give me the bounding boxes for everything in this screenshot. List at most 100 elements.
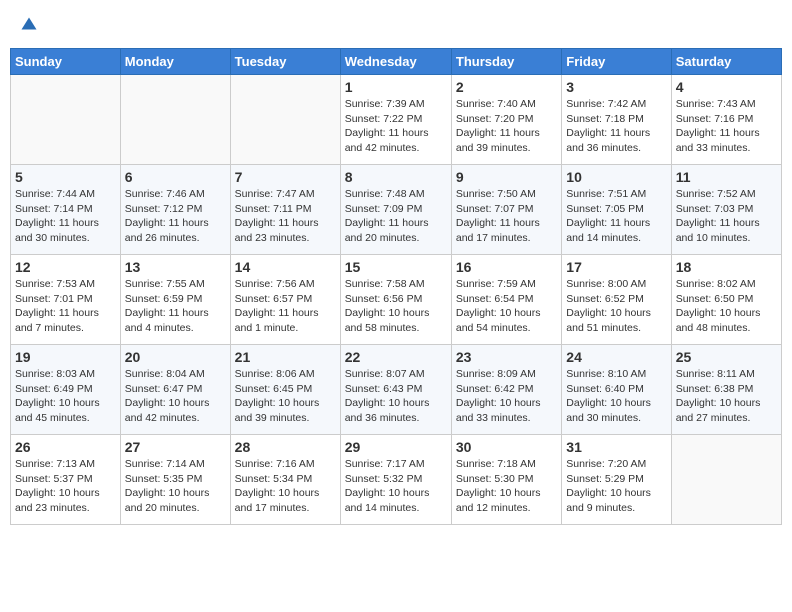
day-info: Sunrise: 7:20 AM	[566, 457, 666, 472]
calendar-cell: 11Sunrise: 7:52 AMSunset: 7:03 PMDayligh…	[671, 165, 781, 255]
day-info: Daylight: 11 hours and 39 minutes.	[456, 126, 557, 155]
calendar-cell	[230, 75, 340, 165]
day-info: Sunset: 7:01 PM	[15, 292, 116, 307]
calendar-cell: 4Sunrise: 7:43 AMSunset: 7:16 PMDaylight…	[671, 75, 781, 165]
day-info: Sunset: 7:14 PM	[15, 202, 116, 217]
day-number: 26	[15, 439, 116, 455]
day-info: Sunrise: 7:55 AM	[125, 277, 226, 292]
day-info: Daylight: 11 hours and 42 minutes.	[345, 126, 447, 155]
day-info: Sunset: 5:30 PM	[456, 472, 557, 487]
day-number: 3	[566, 79, 666, 95]
day-number: 20	[125, 349, 226, 365]
day-number: 27	[125, 439, 226, 455]
logo-icon	[20, 16, 38, 34]
day-info: Daylight: 11 hours and 4 minutes.	[125, 306, 226, 335]
calendar-cell: 1 Sunrise: 7:39 AMSunset: 7:22 PMDaylight…	[340, 75, 451, 165]
weekday-header-friday: Friday	[562, 49, 671, 75]
day-info: Sunrise: 7:44 AM	[15, 187, 116, 202]
day-info: Sunset: 7:07 PM	[456, 202, 557, 217]
calendar-cell	[671, 435, 781, 525]
weekday-header-saturday: Saturday	[671, 49, 781, 75]
day-number: 2	[456, 79, 557, 95]
calendar-cell: 20Sunrise: 8:04 AMSunset: 6:47 PMDayligh…	[120, 345, 230, 435]
day-number: 8	[345, 169, 447, 185]
day-info: Daylight: 10 hours and 17 minutes.	[235, 486, 336, 515]
day-info: Sunset: 6:59 PM	[125, 292, 226, 307]
day-info: Sunrise: 8:04 AM	[125, 367, 226, 382]
day-number: 11	[676, 169, 777, 185]
day-info: Sunset: 6:38 PM	[676, 382, 777, 397]
calendar-cell: 21Sunrise: 8:06 AMSunset: 6:45 PMDayligh…	[230, 345, 340, 435]
day-info: Daylight: 10 hours and 9 minutes.	[566, 486, 666, 515]
weekday-header-row: SundayMondayTuesdayWednesdayThursdayFrid…	[11, 49, 782, 75]
calendar-cell: 3Sunrise: 7:42 AMSunset: 7:18 PMDaylight…	[562, 75, 671, 165]
day-number: 13	[125, 259, 226, 275]
day-info: Sunrise: 7:50 AM	[456, 187, 557, 202]
day-number: 28	[235, 439, 336, 455]
weekday-header-tuesday: Tuesday	[230, 49, 340, 75]
day-number: 14	[235, 259, 336, 275]
day-info: Sunset: 7:12 PM	[125, 202, 226, 217]
day-number: 4	[676, 79, 777, 95]
day-info: Sunset: 7:22 PM	[345, 112, 447, 127]
calendar-cell: 8Sunrise: 7:48 AMSunset: 7:09 PMDaylight…	[340, 165, 451, 255]
calendar-cell: 30Sunrise: 7:18 AMSunset: 5:30 PMDayligh…	[451, 435, 561, 525]
calendar-cell: 2Sunrise: 7:40 AMSunset: 7:20 PMDaylight…	[451, 75, 561, 165]
day-info: Daylight: 11 hours and 17 minutes.	[456, 216, 557, 245]
calendar-cell: 22Sunrise: 8:07 AMSunset: 6:43 PMDayligh…	[340, 345, 451, 435]
day-info: Sunrise: 8:03 AM	[15, 367, 116, 382]
day-info: Daylight: 10 hours and 30 minutes.	[566, 396, 666, 425]
calendar-cell: 29Sunrise: 7:17 AMSunset: 5:32 PMDayligh…	[340, 435, 451, 525]
day-info: Sunrise: 7:58 AM	[345, 277, 447, 292]
day-info: Sunrise: 7:13 AM	[15, 457, 116, 472]
day-info: Sunset: 6:54 PM	[456, 292, 557, 307]
day-info: Daylight: 10 hours and 23 minutes.	[15, 486, 116, 515]
day-info: Sunrise: 8:10 AM	[566, 367, 666, 382]
calendar-week-3: 12Sunrise: 7:53 AMSunset: 7:01 PMDayligh…	[11, 255, 782, 345]
day-info: Sunrise: 8:02 AM	[676, 277, 777, 292]
day-info: Sunset: 6:43 PM	[345, 382, 447, 397]
calendar-cell: 9 Sunrise: 7:50 AMSunset: 7:07 PMDaylight…	[451, 165, 561, 255]
calendar-cell: 5Sunrise: 7:44 AMSunset: 7:14 PMDaylight…	[11, 165, 121, 255]
calendar-body: 1Sunrise: 7:39 AMSunset: 7:22 PMDaylight…	[11, 75, 782, 525]
day-info: Daylight: 10 hours and 42 minutes.	[125, 396, 226, 425]
day-info: Sunset: 6:56 PM	[345, 292, 447, 307]
calendar-cell	[120, 75, 230, 165]
calendar-cell: 16Sunrise: 7:59 AMSunset: 6:54 PMDayligh…	[451, 255, 561, 345]
calendar-cell: 26Sunrise: 7:13 AMSunset: 5:37 PMDayligh…	[11, 435, 121, 525]
day-number: 9	[456, 169, 557, 185]
day-info: Sunrise: 7:43 AM	[676, 97, 777, 112]
day-number: 18	[676, 259, 777, 275]
day-info: Daylight: 10 hours and 51 minutes.	[566, 306, 666, 335]
calendar-week-2: 5Sunrise: 7:44 AMSunset: 7:14 PMDaylight…	[11, 165, 782, 255]
weekday-header-thursday: Thursday	[451, 49, 561, 75]
day-info: Sunset: 5:35 PM	[125, 472, 226, 487]
day-number: 30	[456, 439, 557, 455]
day-info: Sunset: 6:52 PM	[566, 292, 666, 307]
day-info: Daylight: 11 hours and 20 minutes.	[345, 216, 447, 245]
day-info: Daylight: 10 hours and 48 minutes.	[676, 306, 777, 335]
day-number: 15	[345, 259, 447, 275]
day-info: Sunset: 5:29 PM	[566, 472, 666, 487]
calendar-cell: 13 Sunrise: 7:55 AMSunset: 6:59 PMDayligh…	[120, 255, 230, 345]
day-info: Daylight: 10 hours and 54 minutes.	[456, 306, 557, 335]
calendar-week-1: 1Sunrise: 7:39 AMSunset: 7:22 PMDaylight…	[11, 75, 782, 165]
day-info: Sunrise: 7:16 AM	[235, 457, 336, 472]
day-info: Sunrise: 7:42 AM	[566, 97, 666, 112]
day-info: Sunrise: 7:46 AM	[125, 187, 226, 202]
day-number: 31	[566, 439, 666, 455]
day-info: Daylight: 11 hours and 33 minutes.	[676, 126, 777, 155]
calendar-cell: 24Sunrise: 8:10 AMSunset: 6:40 PMDayligh…	[562, 345, 671, 435]
day-number: 7	[235, 169, 336, 185]
day-number: 23	[456, 349, 557, 365]
day-info: Sunset: 7:11 PM	[235, 202, 336, 217]
calendar-cell: 10Sunrise: 7:51 AMSunset: 7:05 PMDayligh…	[562, 165, 671, 255]
day-info: Daylight: 11 hours and 10 minutes.	[676, 216, 777, 245]
day-info: Daylight: 10 hours and 27 minutes.	[676, 396, 777, 425]
day-info: Daylight: 10 hours and 14 minutes.	[345, 486, 447, 515]
day-number: 1	[345, 79, 447, 95]
day-info: Sunrise: 7:39 AM	[345, 97, 447, 112]
weekday-header-sunday: Sunday	[11, 49, 121, 75]
day-info: Sunrise: 7:18 AM	[456, 457, 557, 472]
day-info: Daylight: 10 hours and 58 minutes.	[345, 306, 447, 335]
